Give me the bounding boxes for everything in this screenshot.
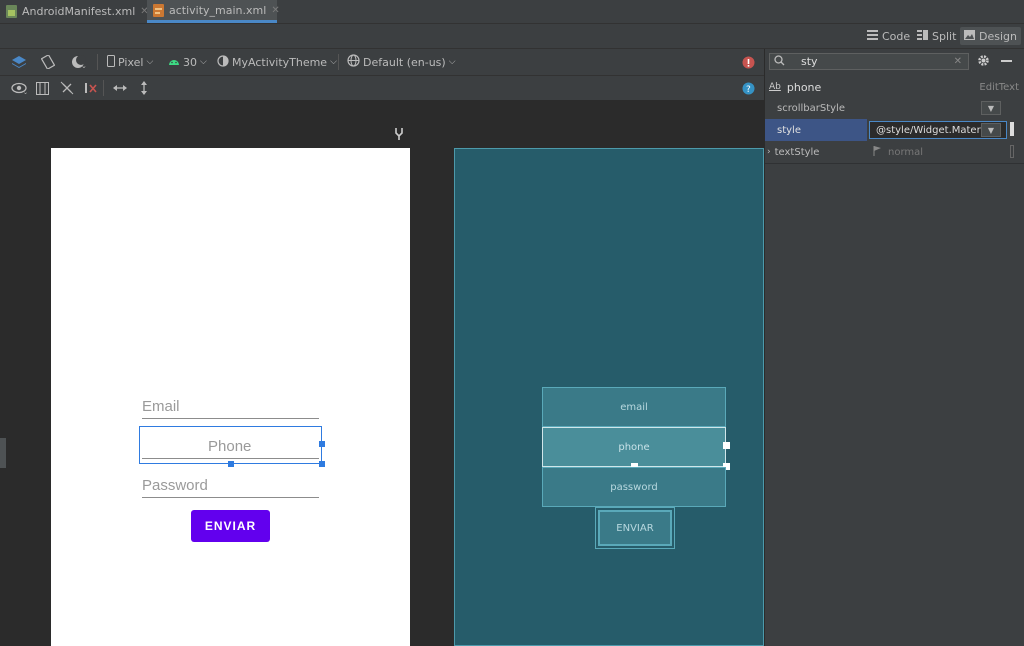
dropdown-arrow-icon[interactable]: ▼ — [981, 123, 1001, 137]
password-field[interactable]: Password — [142, 477, 208, 494]
phone-field[interactable]: Phone — [208, 438, 251, 455]
code-mode-button[interactable]: Code — [863, 27, 914, 45]
attribute-value-cell[interactable]: normal — [867, 141, 1007, 163]
svg-text:⌄: ⌄ — [81, 62, 87, 69]
tab-label: activity_main.xml — [169, 3, 267, 17]
attribute-name: scrollbarStyle — [777, 102, 845, 114]
password-underline — [142, 497, 319, 498]
image-icon — [964, 29, 975, 43]
resize-handle[interactable] — [319, 461, 325, 467]
error-icon[interactable] — [742, 49, 755, 75]
theme-icon — [217, 54, 229, 70]
email-field[interactable]: Email — [142, 398, 180, 415]
minimize-icon[interactable] — [1001, 60, 1012, 62]
design-preview-screen[interactable]: Email Phone Password ENVIAR — [51, 148, 410, 646]
split-mode-button[interactable]: Split — [913, 27, 960, 45]
gear-icon[interactable] — [977, 54, 990, 70]
resize-handle[interactable] — [723, 442, 730, 449]
enviar-button[interactable]: ENVIAR — [191, 510, 270, 542]
dropdown-arrow-icon[interactable]: ▼ — [981, 101, 1001, 115]
lines-icon — [867, 29, 878, 43]
svg-text:⌄: ⌄ — [23, 89, 27, 94]
eye-icon[interactable]: ⌄ — [11, 76, 27, 100]
attribute-name: textStyle — [774, 146, 820, 158]
flag-icon — [873, 145, 882, 159]
margins-icon[interactable] — [36, 76, 49, 100]
split-view-icon — [917, 29, 928, 43]
attribute-value[interactable]: normal — [888, 147, 923, 158]
android-file-icon — [6, 5, 17, 18]
canvas-scroll-handle[interactable] — [0, 438, 6, 468]
chevron-down-icon: ⌵ — [200, 57, 207, 67]
expand-vertical-icon[interactable] — [139, 76, 149, 100]
chevron-down-icon: ⌵ — [330, 57, 337, 67]
blueprint-password[interactable]: password — [542, 467, 726, 507]
chevron-right-icon[interactable]: › — [767, 147, 771, 157]
field-edge-marker — [1010, 122, 1014, 136]
orientation-icon[interactable] — [41, 49, 55, 75]
api-level-selector[interactable]: 30 ⌵ — [168, 49, 207, 75]
text-field-icon: Ab — [769, 82, 781, 92]
design-toolbar: ⌄ Pixel ⌵ 30 ⌵ MyActivityTheme ⌵ Default… — [0, 49, 764, 76]
device-selector[interactable]: Pixel ⌵ — [107, 49, 153, 75]
blueprint-enviar-button[interactable]: ENVIAR — [598, 510, 672, 546]
design-mode-label: Design — [979, 29, 1017, 43]
component-id[interactable]: phone — [787, 81, 821, 94]
autoconnect-off-icon[interactable] — [60, 76, 74, 100]
resize-handle[interactable] — [319, 441, 325, 447]
locale-selector[interactable]: Default (en-us) ⌵ — [347, 49, 456, 75]
pan-tool-icon[interactable] — [394, 127, 404, 144]
search-icon — [774, 54, 785, 69]
component-header: Ab phone EditText — [765, 76, 1024, 98]
attribute-row[interactable]: › textStyle normal — [765, 141, 1024, 163]
component-type: EditText — [979, 81, 1019, 93]
layout-file-icon — [153, 3, 164, 17]
chevron-down-icon: ⌵ — [146, 57, 154, 67]
night-mode-icon[interactable]: ⌄ — [71, 49, 87, 75]
expand-horizontal-icon[interactable] — [113, 76, 127, 100]
chevron-down-icon: ⌵ — [448, 57, 456, 67]
phone-underline — [142, 458, 319, 459]
clear-constraints-icon[interactable] — [84, 76, 98, 100]
tab-android-manifest[interactable]: AndroidManifest.xml ✕ — [0, 0, 149, 23]
split-mode-label: Split — [932, 29, 957, 43]
attributes-panel: sty ✕ Ab phone EditText scrollbarStyle ▼… — [764, 49, 1024, 646]
device-label: Pixel — [118, 55, 144, 69]
attribute-search[interactable]: sty ✕ — [769, 53, 969, 70]
tab-activity-main[interactable]: activity_main.xml ✕ — [147, 0, 280, 23]
layers-icon[interactable] — [11, 49, 27, 75]
tab-label: AndroidManifest.xml — [22, 5, 136, 18]
design-mode-button[interactable]: Design — [960, 27, 1021, 45]
api-level-label: 30 — [183, 55, 197, 69]
resize-handle[interactable] — [228, 461, 234, 467]
view-mode-bar: Code Split Design — [0, 24, 1024, 49]
help-icon[interactable]: ? — [742, 76, 755, 100]
code-mode-label: Code — [882, 29, 911, 43]
blueprint-phone[interactable]: phone — [542, 427, 726, 467]
svg-text:?: ? — [746, 85, 751, 95]
phone-device-icon — [107, 54, 115, 70]
attribute-name: style — [777, 124, 801, 136]
locale-label: Default (en-us) — [363, 55, 446, 69]
theme-label: MyActivityTheme — [232, 55, 328, 69]
android-icon — [168, 56, 180, 69]
blueprint-email[interactable]: email — [542, 387, 726, 427]
email-underline — [142, 418, 319, 419]
attribute-row[interactable]: scrollbarStyle ▼ — [765, 97, 1024, 119]
field-edge-marker — [1010, 145, 1014, 158]
search-input[interactable]: sty — [801, 55, 818, 68]
design-toolbar-secondary: ⌄ ? — [0, 76, 764, 100]
theme-selector[interactable]: MyActivityTheme ⌵ — [217, 49, 337, 75]
attribute-row-selected[interactable]: style @style/Widget.Mater ▼ — [765, 119, 1024, 141]
editor-tab-bar: AndroidManifest.xml ✕ activity_main.xml … — [0, 0, 1024, 24]
close-icon[interactable]: ✕ — [271, 5, 279, 16]
clear-search-icon[interactable]: ✕ — [954, 56, 962, 67]
globe-icon — [347, 54, 360, 70]
blueprint-preview[interactable]: email phone password ENVIAR — [454, 148, 764, 646]
